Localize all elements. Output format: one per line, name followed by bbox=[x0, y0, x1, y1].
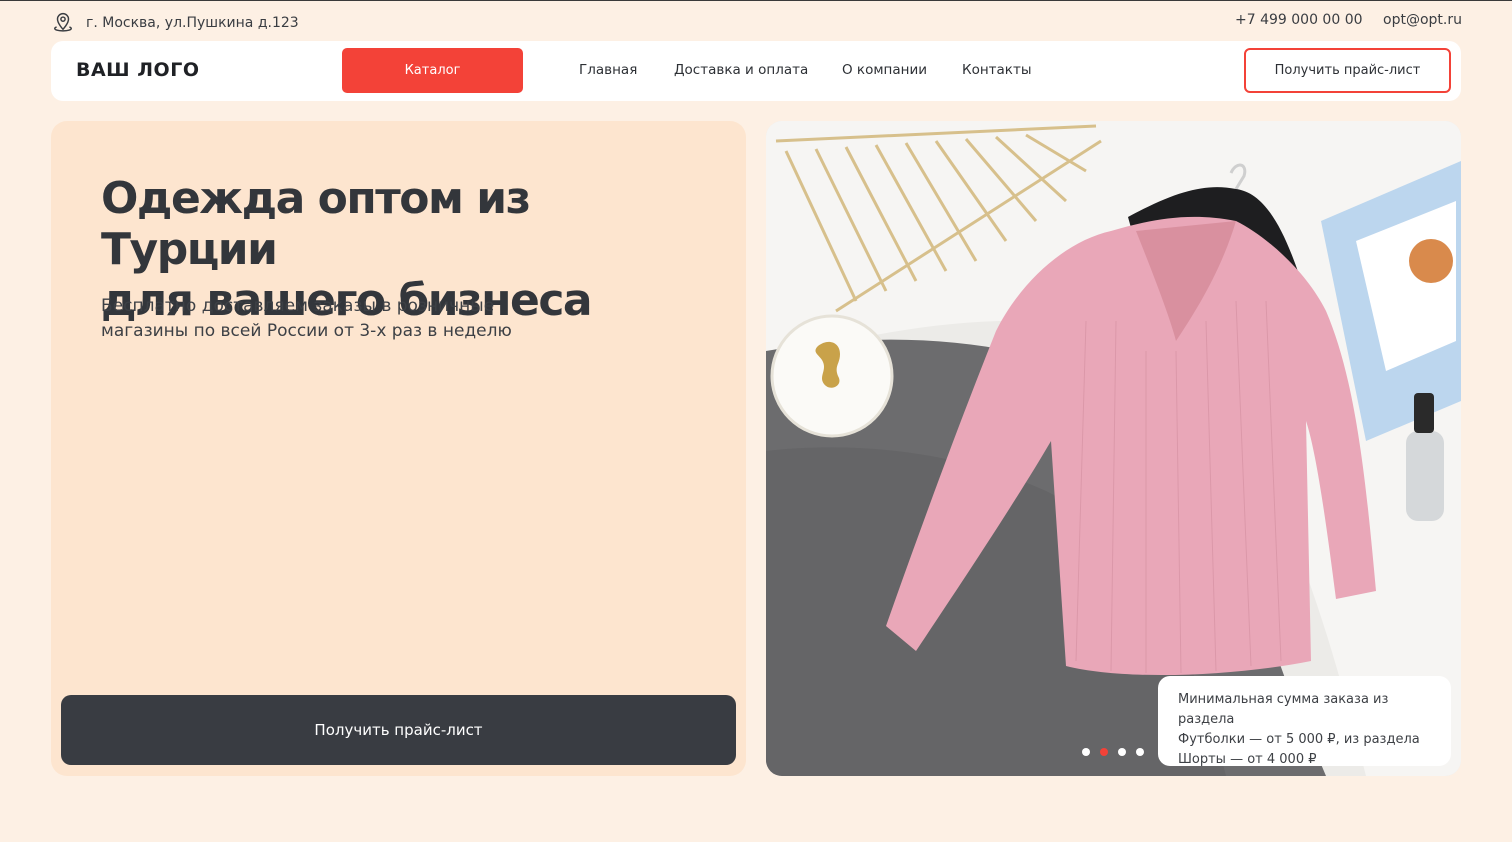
nav-link-about[interactable]: О компании bbox=[842, 62, 927, 78]
slider-dots bbox=[1082, 748, 1144, 756]
info-line-2: Футболки — от 5 000 ₽, из раздела bbox=[1178, 732, 1420, 747]
location-pin-icon bbox=[52, 10, 74, 36]
hero-title-line-1: Одежда оптом из Турции bbox=[101, 173, 531, 275]
logo[interactable]: ВАШ ЛОГО bbox=[76, 59, 199, 81]
min-order-info-card: Минимальная сумма заказа из раздела Футб… bbox=[1158, 676, 1451, 767]
hero-price-list-button[interactable]: Получить прайс-лист bbox=[61, 695, 736, 765]
main-navigation: ВАШ ЛОГО Каталог Главная Доставка и опла… bbox=[51, 41, 1461, 101]
hero-slider[interactable]: Минимальная сумма заказа из раздела Футб… bbox=[766, 121, 1461, 776]
get-price-list-button[interactable]: Получить прайс-лист bbox=[1244, 48, 1451, 93]
hero-subtitle-line-2: магазины по всей России от 3-х раз в нед… bbox=[101, 321, 512, 341]
slider-dot-1[interactable] bbox=[1082, 748, 1090, 756]
nav-link-home[interactable]: Главная bbox=[579, 62, 637, 78]
nav-link-delivery[interactable]: Доставка и оплата bbox=[674, 62, 808, 78]
slider-dot-3[interactable] bbox=[1118, 748, 1126, 756]
info-line-3: Шорты — от 4 000 ₽ bbox=[1178, 752, 1317, 767]
phone-link[interactable]: +7 499 000 00 00 bbox=[1235, 12, 1363, 28]
hero-subtitle-line-1: Бесплатно доставляем заказы в розничные bbox=[101, 296, 495, 316]
nav-link-contacts[interactable]: Контакты bbox=[962, 62, 1031, 78]
top-bar: г. Москва, ул.Пушкина д.123 +7 499 000 0… bbox=[0, 0, 1512, 40]
catalog-button[interactable]: Каталог bbox=[342, 48, 523, 93]
email-link[interactable]: opt@opt.ru bbox=[1383, 12, 1462, 28]
hero-subtitle: Бесплатно доставляем заказы в розничные … bbox=[101, 294, 521, 344]
slider-dot-2[interactable] bbox=[1100, 748, 1108, 756]
hero-text-card: Одежда оптом из Турции для вашего бизнес… bbox=[51, 121, 746, 776]
slider-dot-4[interactable] bbox=[1136, 748, 1144, 756]
info-line-1: Минимальная сумма заказа из раздела bbox=[1178, 692, 1389, 727]
address[interactable]: г. Москва, ул.Пушкина д.123 bbox=[52, 10, 299, 36]
address-text: г. Москва, ул.Пушкина д.123 bbox=[86, 15, 299, 31]
